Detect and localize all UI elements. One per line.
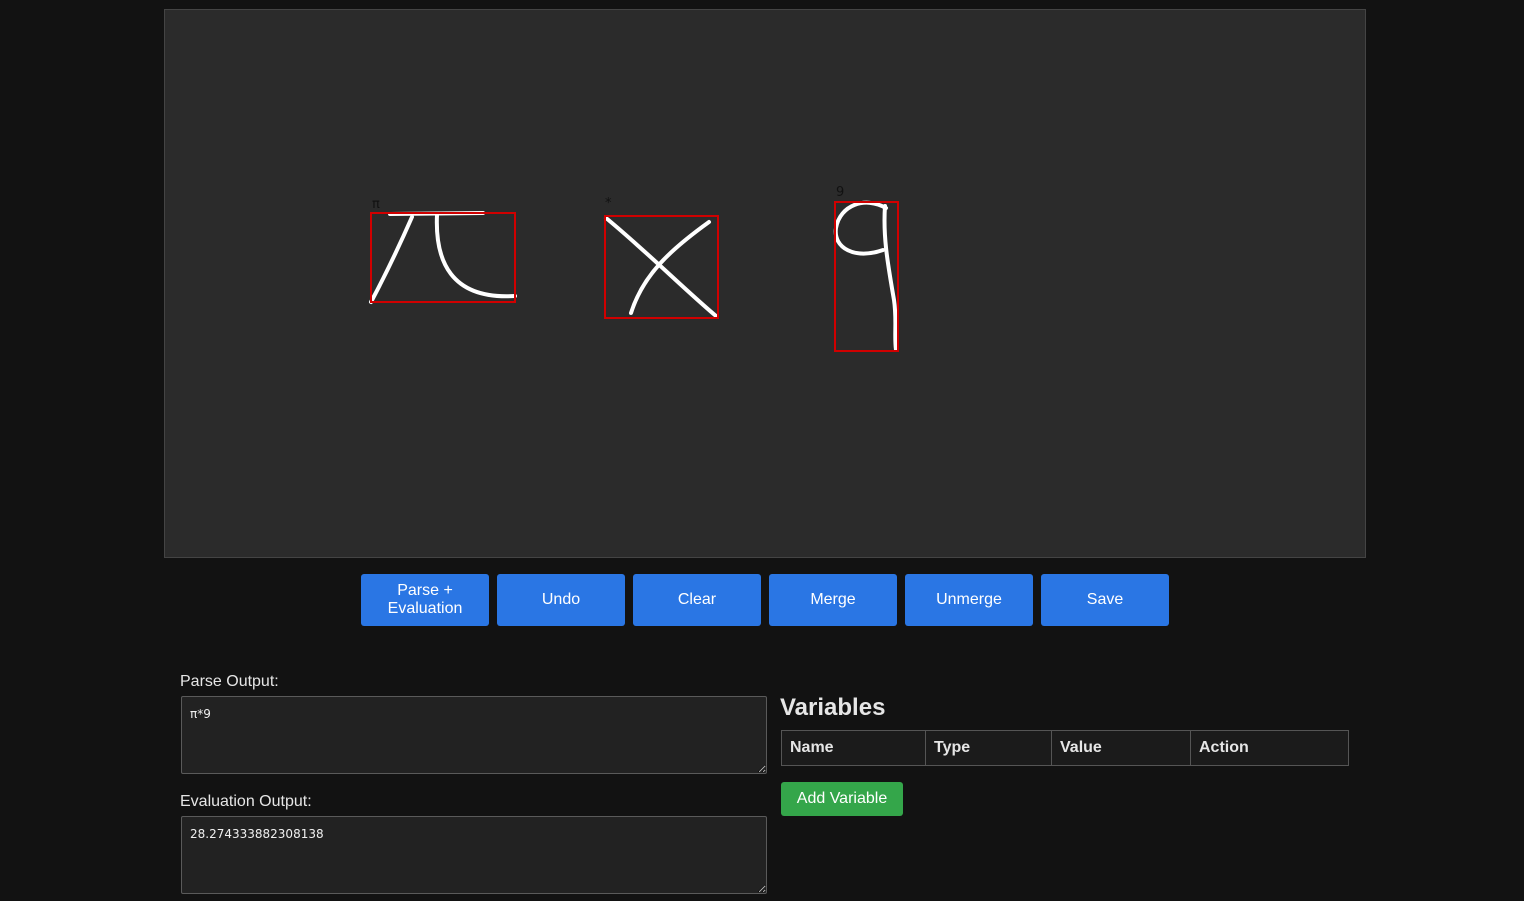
column-header-value: Value: [1051, 730, 1191, 766]
parse-output-field[interactable]: π*9: [181, 696, 767, 774]
add-variable-button[interactable]: Add Variable: [781, 782, 903, 816]
variables-title: Variables: [780, 694, 886, 721]
symbol-nine: 9: [833, 185, 899, 352]
evaluation-output-label: Evaluation Output:: [180, 793, 312, 810]
column-header-action: Action: [1190, 730, 1349, 766]
symbol-label-multiply: *: [605, 196, 612, 211]
column-header-type: Type: [925, 730, 1052, 766]
symbol-multiply: *: [604, 196, 719, 319]
clear-button[interactable]: Clear: [633, 574, 761, 626]
symbol-pi: π: [369, 197, 517, 304]
evaluation-output-field[interactable]: 28.274333882308138: [181, 816, 767, 894]
symbol-label-pi: π: [372, 197, 380, 212]
save-button[interactable]: Save: [1041, 574, 1169, 626]
undo-button[interactable]: Undo: [497, 574, 625, 626]
toolbar: Parse + Evaluation Undo Clear Merge Unme…: [361, 574, 1169, 626]
parse-output-label: Parse Output:: [180, 673, 279, 690]
variables-table: Name Type Value Action: [781, 730, 1349, 766]
column-header-name: Name: [781, 730, 926, 766]
parse-evaluation-button[interactable]: Parse + Evaluation: [361, 574, 489, 626]
merge-button[interactable]: Merge: [769, 574, 897, 626]
symbol-label-nine: 9: [836, 185, 844, 200]
variables-header-row: Name Type Value Action: [781, 730, 1349, 766]
drawing-canvas[interactable]: π * 9: [164, 9, 1366, 558]
unmerge-button[interactable]: Unmerge: [905, 574, 1033, 626]
